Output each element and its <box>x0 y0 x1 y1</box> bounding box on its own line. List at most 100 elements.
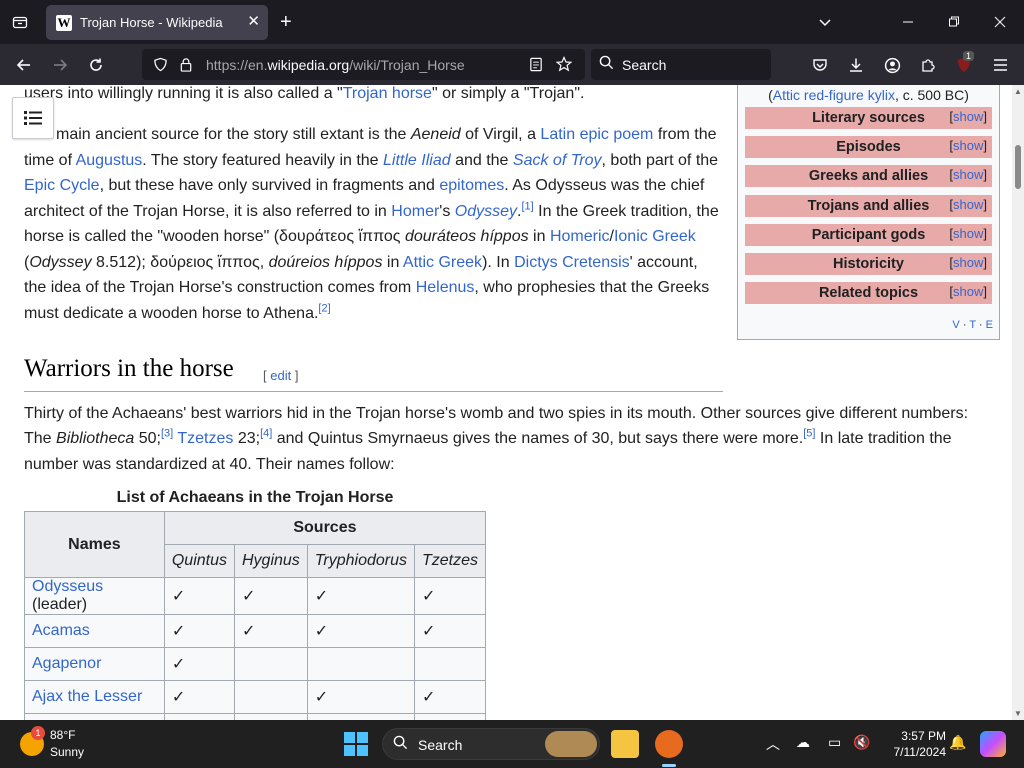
show-toggle[interactable]: [show] <box>949 138 987 153</box>
firefox-icon[interactable] <box>655 730 683 758</box>
table-of-contents-button[interactable] <box>12 97 54 139</box>
weather-condition[interactable]: Sunny <box>50 745 84 759</box>
check-cell: ✓ <box>413 680 487 714</box>
tab-bar: W Trojan Horse - Wikipedia ✕ + <box>0 0 1024 44</box>
check-cell: ✓ <box>413 577 487 615</box>
trojan-horse-malware-link[interactable]: Trojan horse <box>343 85 432 102</box>
check-cell: ✓ <box>163 680 235 714</box>
source-header-tryphiodorus: Tryphiodorus <box>306 544 415 578</box>
paragraph-warriors-line-1: Thirty of the Achaeans' best warriors hi… <box>24 405 969 422</box>
pocket-button[interactable] <box>806 51 834 79</box>
navbox-row-episodes[interactable]: Episodes [show] <box>745 136 992 158</box>
reader-view-icon[interactable] <box>526 54 546 74</box>
active-app-indicator <box>662 764 676 767</box>
reload-button[interactable] <box>82 51 110 79</box>
reference-5-link[interactable]: [5] <box>803 428 815 440</box>
tab-list-button[interactable] <box>6 10 34 34</box>
little-iliad-link[interactable]: Little Iliad <box>383 152 451 169</box>
bookmark-star-icon[interactable] <box>554 54 574 74</box>
page-scrollbar[interactable]: ▲ ▼ <box>1012 85 1024 720</box>
ionic-greek-link[interactable]: Ionic Greek <box>614 228 696 245</box>
navbox-row-trojans-and-allies[interactable]: Trojans and allies [show] <box>745 195 992 217</box>
odysseus-link[interactable]: Odysseus <box>32 578 103 595</box>
acamas-link[interactable]: Acamas <box>32 622 90 639</box>
account-button[interactable] <box>878 51 906 79</box>
download-icon <box>850 58 862 72</box>
reference-4-link[interactable]: [4] <box>260 428 272 440</box>
odyssey-link[interactable]: Odyssey <box>455 203 517 220</box>
taskbar-search-box[interactable]: Search <box>382 728 600 760</box>
cloud-sync-icon[interactable]: ☁ <box>796 734 810 751</box>
wikipedia-favicon-icon: W <box>56 15 72 31</box>
show-toggle[interactable]: [show] <box>949 197 987 212</box>
reference-1-link[interactable]: [1] <box>522 201 534 213</box>
copilot-icon[interactable] <box>980 731 1006 757</box>
augustus-link[interactable]: Augustus <box>76 152 143 169</box>
navbox-row-historicity[interactable]: Historicity [show] <box>745 253 992 275</box>
helenus-link[interactable]: Helenus <box>416 279 475 296</box>
source-header-quintus: Quintus <box>163 544 235 578</box>
restore-window-icon[interactable] <box>940 8 968 36</box>
attic-red-figure-kylix-link[interactable]: Attic red-figure kylix <box>773 87 895 103</box>
weather-temperature[interactable]: 88°F <box>50 728 75 742</box>
navbox-row-literary-sources[interactable]: Literary sources [show] <box>745 107 992 129</box>
agapenor-link[interactable]: Agapenor <box>32 655 101 672</box>
show-toggle[interactable]: [show] <box>949 284 987 299</box>
notification-bell-icon[interactable]: 🔔 <box>949 734 966 751</box>
navbox-row-participant-gods[interactable]: Participant gods [show] <box>745 224 992 246</box>
scrollbar-thumb[interactable] <box>1015 145 1021 189</box>
paragraph-sources-line-2: time of Augustus. The story featured hea… <box>24 152 719 169</box>
talk-template-link[interactable]: T <box>969 319 976 331</box>
tracking-protection-shield-icon[interactable] <box>150 54 170 74</box>
display-icon[interactable]: ▭ <box>828 734 841 751</box>
show-toggle[interactable]: [show] <box>949 255 987 270</box>
search-bar[interactable]: Search <box>591 49 771 80</box>
volume-muted-icon[interactable]: 🔇 <box>853 734 870 751</box>
dictys-cretensis-link[interactable]: Dictys Cretensis <box>514 254 630 271</box>
show-toggle[interactable]: [show] <box>949 109 987 124</box>
epitomes-link[interactable]: epitomes <box>439 177 504 194</box>
scroll-down-arrow-icon[interactable]: ▼ <box>1014 709 1022 718</box>
list-all-tabs-chevron-down-icon[interactable] <box>811 8 839 36</box>
section-edit-link[interactable]: [ edit ] <box>263 368 298 383</box>
tzetzes-link[interactable]: Tzetzes <box>177 430 233 447</box>
downloads-button[interactable] <box>842 51 870 79</box>
close-tab-icon[interactable]: ✕ <box>247 12 260 30</box>
file-explorer-icon[interactable] <box>611 730 639 758</box>
minimize-window-icon[interactable] <box>894 8 922 36</box>
achaeans-table: Names Sources Quintus Hyginus Tryphiodor… <box>24 511 487 720</box>
edit-template-link[interactable]: E <box>986 319 993 331</box>
padlock-icon[interactable] <box>176 54 196 74</box>
extensions-button[interactable] <box>914 51 942 79</box>
show-hidden-icons-chevron-up-icon[interactable]: ︿ <box>766 734 780 754</box>
address-bar[interactable]: https://en.wikipedia.org/wiki/Trojan_Hor… <box>142 49 585 80</box>
forward-button[interactable] <box>46 51 74 79</box>
show-toggle[interactable]: [show] <box>949 226 987 241</box>
navbox-row-greeks-and-allies[interactable]: Greeks and allies [show] <box>745 165 992 187</box>
epic-cycle-link[interactable]: Epic Cycle <box>24 177 100 194</box>
windows-start-icon[interactable] <box>344 732 368 756</box>
homeric-greek-link[interactable]: Homeric <box>550 228 610 245</box>
app-menu-button[interactable] <box>986 51 1014 79</box>
sack-of-troy-link[interactable]: Sack of Troy <box>513 152 602 169</box>
search-icon <box>393 735 408 754</box>
ajax-the-lesser-link[interactable]: Ajax the Lesser <box>32 688 142 705</box>
close-window-icon[interactable] <box>986 8 1014 36</box>
navbox-row-related-topics[interactable]: Related topics [show] <box>745 282 992 304</box>
attic-greek-link[interactable]: Attic Greek <box>403 254 482 271</box>
view-template-link[interactable]: V <box>952 319 959 331</box>
latin-epic-poem-link[interactable]: Latin epic poem <box>540 126 653 143</box>
scroll-up-arrow-icon[interactable]: ▲ <box>1014 87 1022 96</box>
active-tab[interactable]: W Trojan Horse - Wikipedia ✕ <box>46 5 268 40</box>
reference-2-link[interactable]: [2] <box>318 303 330 315</box>
back-button[interactable] <box>10 51 38 79</box>
homer-link[interactable]: Homer <box>391 203 439 220</box>
paragraph-sources-line-7: the idea of the Trojan Horse's construct… <box>24 279 710 296</box>
reference-3-link[interactable]: [3] <box>161 428 173 440</box>
taskbar-search-placeholder: Search <box>418 737 463 753</box>
show-toggle[interactable]: [show] <box>949 167 987 182</box>
tab-list-icon <box>12 16 28 29</box>
taskbar-clock[interactable]: 3:57 PM 7/11/2024 <box>880 728 947 760</box>
new-tab-button[interactable]: + <box>280 10 292 34</box>
table-row: Acamas ✓ ✓ ✓ ✓ <box>24 614 487 648</box>
